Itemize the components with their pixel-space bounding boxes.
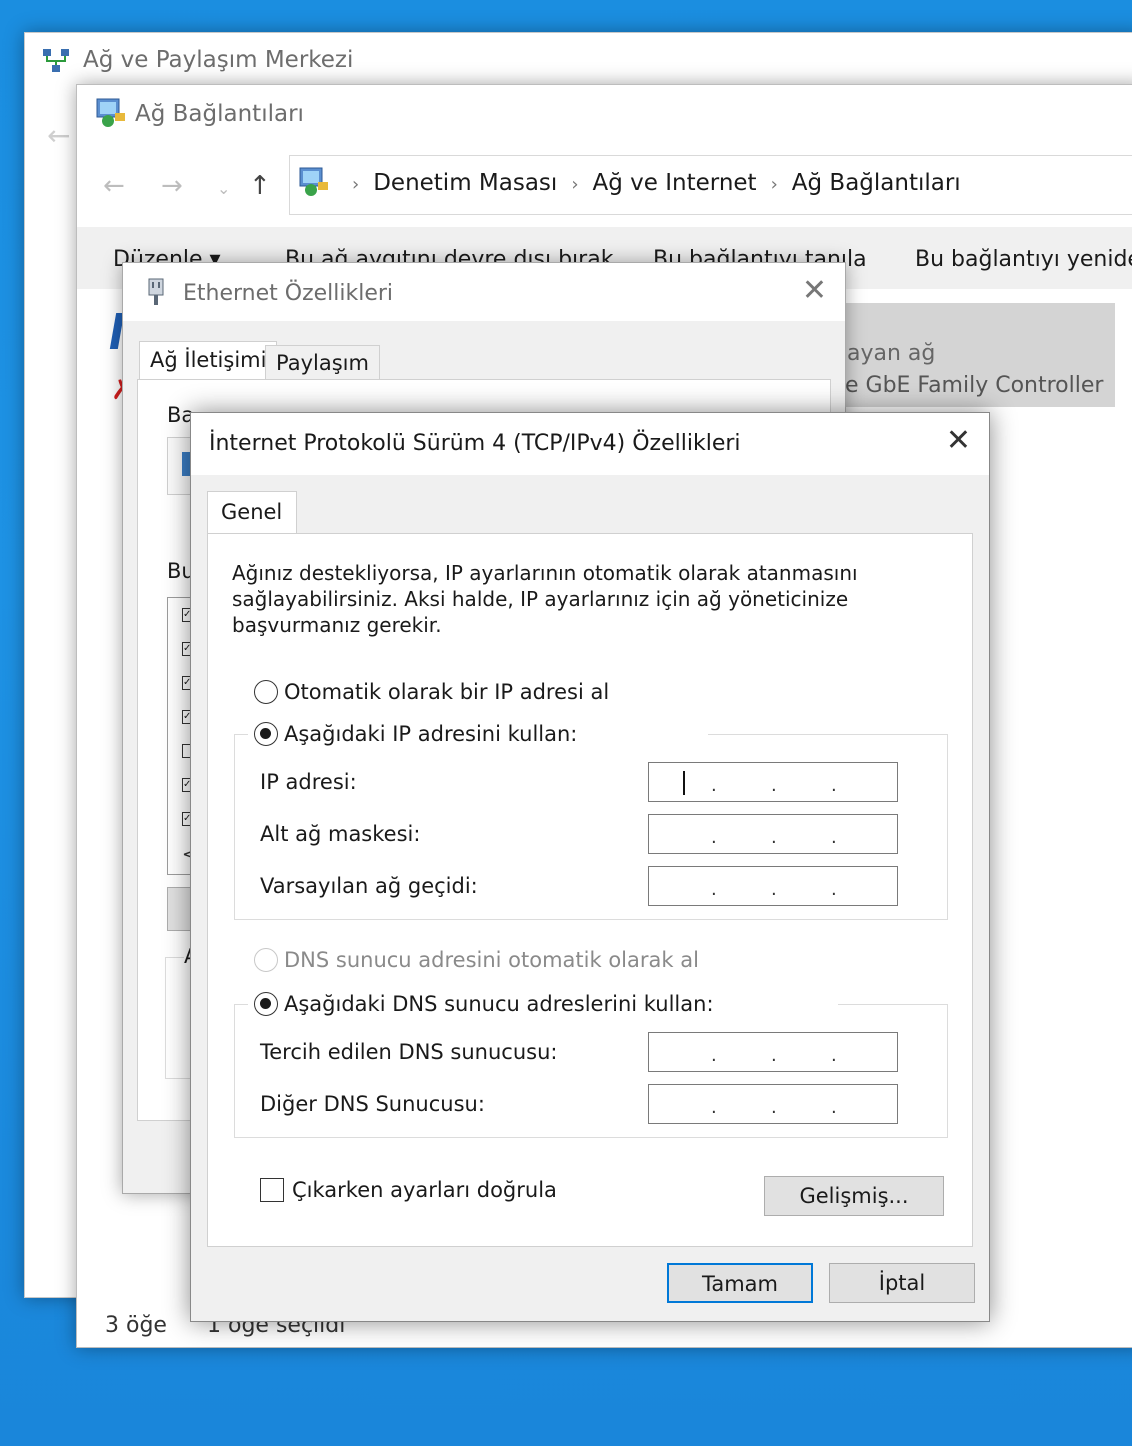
adapter-tile[interactable]: ayan ağ e GbE Family Controller bbox=[825, 303, 1115, 407]
alternate-dns-label: Diğer DNS Sunucusu: bbox=[260, 1092, 485, 1116]
default-gateway-label: Varsayılan ağ geçidi: bbox=[260, 874, 478, 898]
adapter-icon bbox=[182, 452, 190, 476]
window-title: Ağ Bağlantıları bbox=[135, 101, 304, 127]
ip-auto-radio[interactable] bbox=[254, 680, 278, 704]
network-connections-icon bbox=[296, 166, 330, 202]
dns-manual-label[interactable]: Aşağıdaki DNS sunucu adreslerini kullan: bbox=[284, 992, 714, 1016]
rename-button[interactable]: Bu bağlantıyı yeniden bbox=[915, 247, 1132, 272]
intro-text: Ağınız destekliyorsa, IP ayarlarının oto… bbox=[232, 561, 858, 637]
item-count: 3 öğe bbox=[105, 1313, 167, 1338]
validate-checkbox[interactable] bbox=[260, 1178, 284, 1202]
alternate-dns-field[interactable]: ... bbox=[648, 1084, 898, 1124]
title-bar: Ethernet Özellikleri ✕ bbox=[123, 263, 845, 321]
breadcrumb-item[interactable]: Ağ Bağlantıları bbox=[792, 170, 961, 196]
window-title: Ağ ve Paylaşım Merkezi bbox=[83, 47, 354, 73]
subnet-mask-label: Alt ağ maskesi: bbox=[260, 822, 421, 846]
dialog-title: Ethernet Özellikleri bbox=[183, 281, 394, 306]
forward-arrow-icon[interactable]: → bbox=[161, 171, 183, 201]
back-arrow-icon[interactable]: ← bbox=[47, 119, 70, 152]
tab-general[interactable]: Genel bbox=[207, 491, 297, 535]
ip-manual-radio[interactable] bbox=[254, 722, 278, 746]
default-gateway-field[interactable]: ... bbox=[648, 866, 898, 906]
breadcrumb: › Denetim Masası › Ağ ve Internet › Ağ Bağlan… bbox=[338, 170, 961, 196]
breadcrumb-item[interactable]: Ağ ve Internet bbox=[593, 170, 757, 196]
ip-auto-label[interactable]: Otomatik olarak bir IP adresi al bbox=[284, 680, 609, 704]
close-icon[interactable]: ✕ bbox=[946, 423, 971, 458]
title-bar: İnternet Protokolü Sürüm 4 (TCP/IPv4) Öz… bbox=[191, 413, 989, 475]
dns-auto-label: DNS sunucu adresini otomatik olarak al bbox=[284, 948, 699, 972]
ipv4-properties-dialog: İnternet Protokolü Sürüm 4 (TCP/IPv4) Öz… bbox=[190, 412, 990, 1322]
back-arrow-icon[interactable]: ← bbox=[103, 171, 125, 201]
preferred-dns-field[interactable]: ... bbox=[648, 1032, 898, 1072]
advanced-button[interactable]: Gelişmiş... bbox=[764, 1176, 944, 1216]
ip-address-label: IP adresi: bbox=[260, 770, 357, 794]
adapter-status: ayan ağ bbox=[847, 341, 936, 366]
ip-address-field[interactable]: ... bbox=[648, 762, 898, 802]
network-connections-icon bbox=[93, 97, 127, 133]
validate-label[interactable]: Çıkarken ayarları doğrula bbox=[292, 1178, 557, 1202]
general-panel: Ağınız destekliyorsa, IP ayarlarının oto… bbox=[207, 533, 973, 1247]
dialog-title: İnternet Protokolü Sürüm 4 (TCP/IPv4) Öz… bbox=[209, 431, 741, 456]
chevron-right-icon[interactable]: › bbox=[571, 174, 578, 195]
ok-button[interactable]: Tamam bbox=[667, 1263, 813, 1303]
text-caret bbox=[683, 771, 685, 795]
ethernet-adapter-icon bbox=[145, 277, 167, 311]
chevron-down-icon[interactable]: ⌄ bbox=[217, 179, 230, 198]
breadcrumb-item[interactable]: Denetim Masası bbox=[373, 170, 557, 196]
subnet-mask-field[interactable]: ... bbox=[648, 814, 898, 854]
tab-sharing[interactable]: Paylaşım bbox=[265, 345, 380, 381]
preferred-dns-label: Tercih edilen DNS sunucusu: bbox=[260, 1040, 558, 1064]
chevron-right-icon: › bbox=[352, 174, 360, 195]
tab-networking[interactable]: Ağ İletişimi bbox=[139, 341, 278, 381]
cancel-button[interactable]: İptal bbox=[829, 1263, 975, 1303]
close-icon[interactable]: ✕ bbox=[802, 273, 827, 308]
dns-auto-radio bbox=[254, 948, 278, 972]
chevron-right-icon[interactable]: › bbox=[771, 174, 778, 195]
up-arrow-icon[interactable]: ↑ bbox=[249, 171, 271, 201]
address-bar[interactable]: › Denetim Masası › Ağ ve Internet › Ağ Bağlan… bbox=[289, 155, 1132, 215]
network-icon bbox=[41, 47, 71, 81]
ip-manual-label[interactable]: Aşağıdaki IP adresini kullan: bbox=[284, 722, 577, 746]
adapter-device: e GbE Family Controller bbox=[845, 373, 1104, 398]
dns-manual-radio[interactable] bbox=[254, 992, 278, 1016]
